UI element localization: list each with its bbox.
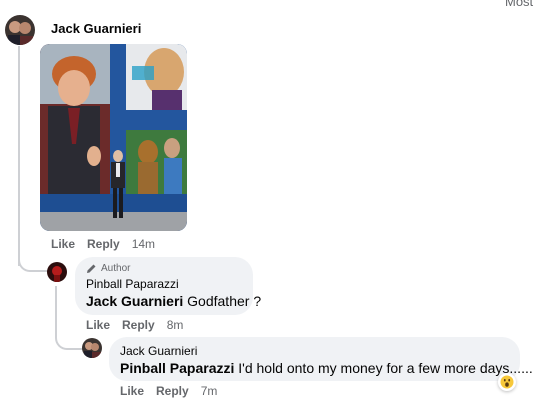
- avatar[interactable]: [47, 262, 67, 282]
- comment-bubble: Author Pinball Paparazzi Jack Guarnieri …: [75, 257, 261, 315]
- comment-timestamp[interactable]: 7m: [201, 384, 218, 398]
- thread-line-main: [18, 46, 20, 266]
- thread-curve-2: [55, 330, 83, 350]
- avatar-photo: [5, 15, 35, 45]
- avatar-photo: [82, 338, 102, 358]
- like-button[interactable]: Like: [51, 237, 75, 251]
- reply-button[interactable]: Reply: [156, 384, 189, 398]
- photo-image: [40, 44, 187, 231]
- avatar[interactable]: [82, 338, 102, 358]
- comment-text: Jack Guarnieri Godfather ?: [86, 293, 261, 309]
- mention-link[interactable]: Pinball Paparazzi: [120, 360, 234, 376]
- comment-actions: Like Reply 14m: [51, 237, 155, 251]
- comment-actions: Like Reply 7m: [120, 384, 217, 398]
- comment-actions: Like Reply 8m: [86, 318, 183, 332]
- comment-text: Pinball Paparazzi I'd hold onto my money…: [120, 360, 533, 376]
- comment-body: I'd hold onto my money for a few more da…: [238, 360, 533, 376]
- thread-line-nested: [55, 286, 57, 336]
- comment-author-name[interactable]: Pinball Paparazzi: [86, 277, 179, 291]
- comment-bubble: Jack Guarnieri Pinball Paparazzi I'd hol…: [109, 337, 533, 381]
- reply-button[interactable]: Reply: [87, 237, 120, 251]
- like-button[interactable]: Like: [120, 384, 144, 398]
- reaction-badge[interactable]: [498, 373, 516, 391]
- reply-button[interactable]: Reply: [122, 318, 155, 332]
- comment-author-name[interactable]: Jack Guarnieri: [120, 344, 197, 358]
- comment-body: Godfather ?: [187, 293, 262, 309]
- comment-photo[interactable]: [40, 44, 187, 231]
- avatar[interactable]: [5, 15, 35, 45]
- avatar-photo: [47, 262, 67, 282]
- comment-timestamp[interactable]: 8m: [167, 318, 184, 332]
- author-badge: Author: [86, 263, 130, 274]
- thread-curve-1: [18, 252, 48, 272]
- comment-author-name[interactable]: Jack Guarnieri: [51, 21, 141, 36]
- sort-label-partial[interactable]: Most: [505, 0, 533, 9]
- comment-timestamp[interactable]: 14m: [132, 237, 155, 251]
- wow-emoji-icon: [500, 375, 514, 389]
- like-button[interactable]: Like: [86, 318, 110, 332]
- pencil-icon: [87, 264, 96, 273]
- mention-link[interactable]: Jack Guarnieri: [86, 293, 183, 309]
- author-badge-label: Author: [101, 263, 131, 274]
